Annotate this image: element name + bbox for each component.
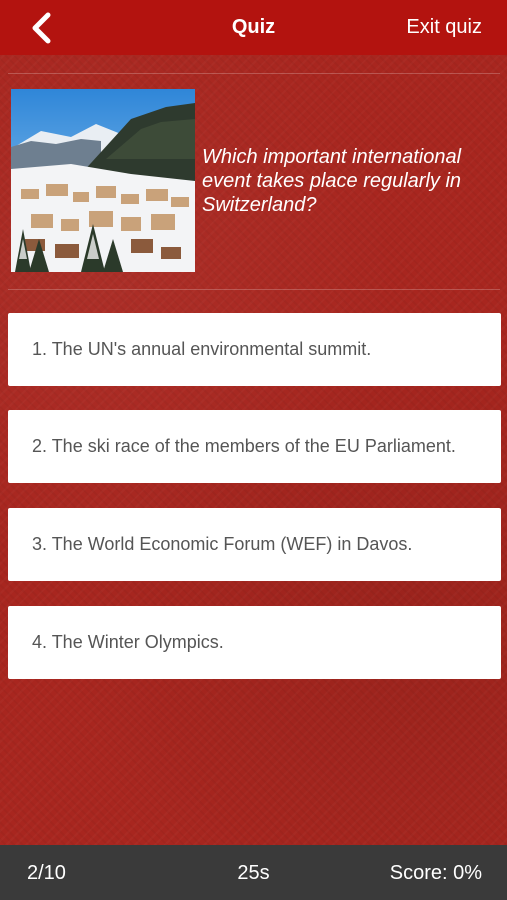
top-nav-bar: Quiz Exit quiz — [0, 0, 507, 55]
divider — [8, 73, 500, 74]
exit-quiz-button[interactable]: Exit quiz — [406, 16, 482, 39]
answer-option-4[interactable]: 4. The Winter Olympics. — [8, 606, 501, 679]
score: Score: 0% — [389, 862, 482, 884]
divider — [8, 289, 500, 290]
answer-option-2[interactable]: 2. The ski race of the members of the EU… — [8, 410, 501, 483]
answer-option-3[interactable]: 3. The World Economic Forum (WEF) in Dav… — [8, 508, 501, 581]
question-text: Which important international event take… — [202, 146, 462, 216]
question-image — [11, 89, 195, 272]
answer-option-1[interactable]: 1. The UN's annual environmental summit. — [8, 313, 501, 386]
status-footer: 2/10 25s Score: 0% — [0, 845, 507, 900]
